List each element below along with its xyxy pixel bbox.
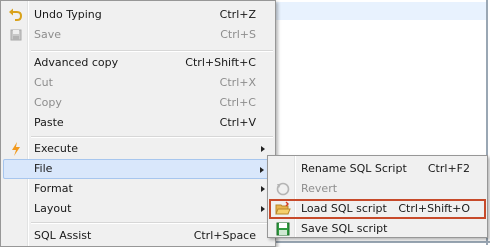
menu-item-label: Cut: [34, 76, 53, 89]
menu-item-label: Copy: [34, 96, 62, 109]
submenu-arrow-icon: [261, 186, 265, 192]
menu-item-sql-assist[interactable]: SQL Assist Ctrl+Space: [3, 226, 273, 246]
menu-item-paste[interactable]: Paste Ctrl+V: [3, 113, 273, 133]
menu-item-label: Rename SQL Script: [301, 162, 407, 175]
menu-item-label: Execute: [34, 142, 78, 155]
menu-item-format[interactable]: Format: [3, 179, 273, 199]
menu-item-label: Format: [34, 182, 73, 195]
submenu-arrow-icon: [261, 146, 265, 152]
menu-item-shortcut: Ctrl+S: [220, 28, 256, 41]
menu-item-label: File: [34, 162, 53, 175]
revert-icon: [275, 181, 291, 197]
menu-item-execute[interactable]: Execute: [3, 139, 273, 159]
menu-item-label: Layout: [34, 202, 72, 215]
menu-item-shortcut: Ctrl+Space: [193, 229, 256, 242]
menu-item-shortcut: Ctrl+F2: [427, 162, 470, 175]
menu-item-shortcut: Ctrl+V: [219, 116, 256, 129]
menu-item-shortcut: Ctrl+Shift+O: [398, 202, 470, 215]
menu-item-save[interactable]: Save Ctrl+S: [3, 25, 273, 45]
menu-item-label: Undo Typing: [34, 8, 102, 21]
menu-item-save-sql-script[interactable]: Save SQL script: [270, 219, 485, 239]
menu-item-layout[interactable]: Layout: [3, 199, 273, 219]
menu-item-shortcut: Ctrl+C: [219, 96, 256, 109]
menu-item-undo-typing[interactable]: Undo Typing Ctrl+Z: [3, 5, 273, 25]
menu-separator: [31, 222, 273, 224]
menu-item-shortcut: Ctrl+X: [219, 76, 256, 89]
menu-item-shortcut: Ctrl+Z: [219, 8, 256, 21]
menu-item-file[interactable]: File: [3, 159, 273, 179]
menu-item-label: Revert: [301, 182, 338, 195]
menu-item-cut[interactable]: Cut Ctrl+X: [3, 73, 273, 93]
menu-item-revert[interactable]: Revert: [270, 179, 485, 199]
file-submenu: Rename SQL Script Ctrl+F2 Revert Load SQ…: [267, 155, 488, 238]
menu-item-label: Save SQL script: [301, 222, 388, 235]
menu-item-label: Save: [34, 28, 62, 41]
menu-item-rename-sql-script[interactable]: Rename SQL Script Ctrl+F2: [270, 159, 485, 179]
menu-item-advanced-copy[interactable]: Advanced copy Ctrl+Shift+C: [3, 53, 273, 73]
menu-item-load-sql-script[interactable]: Load SQL script Ctrl+Shift+O: [270, 199, 485, 219]
submenu-arrow-icon: [260, 167, 264, 173]
menu-item-copy[interactable]: Copy Ctrl+C: [3, 93, 273, 113]
menu-separator: [31, 50, 273, 52]
context-menu: Undo Typing Ctrl+Z Save Ctrl+S Advanced …: [0, 0, 276, 247]
menu-item-shortcut: Ctrl+Shift+C: [185, 56, 256, 69]
save-icon: [8, 27, 24, 43]
save-script-icon: [275, 221, 291, 237]
folder-open-icon: [275, 201, 291, 217]
lightning-icon: [8, 141, 24, 157]
menu-item-label: Paste: [34, 116, 64, 129]
menu-item-label: Load SQL script: [301, 202, 387, 215]
menu-item-label: Advanced copy: [34, 56, 119, 69]
menu-separator: [31, 136, 273, 138]
menu-item-label: SQL Assist: [34, 229, 92, 242]
undo-icon: [8, 7, 24, 23]
submenu-arrow-icon: [261, 206, 265, 212]
